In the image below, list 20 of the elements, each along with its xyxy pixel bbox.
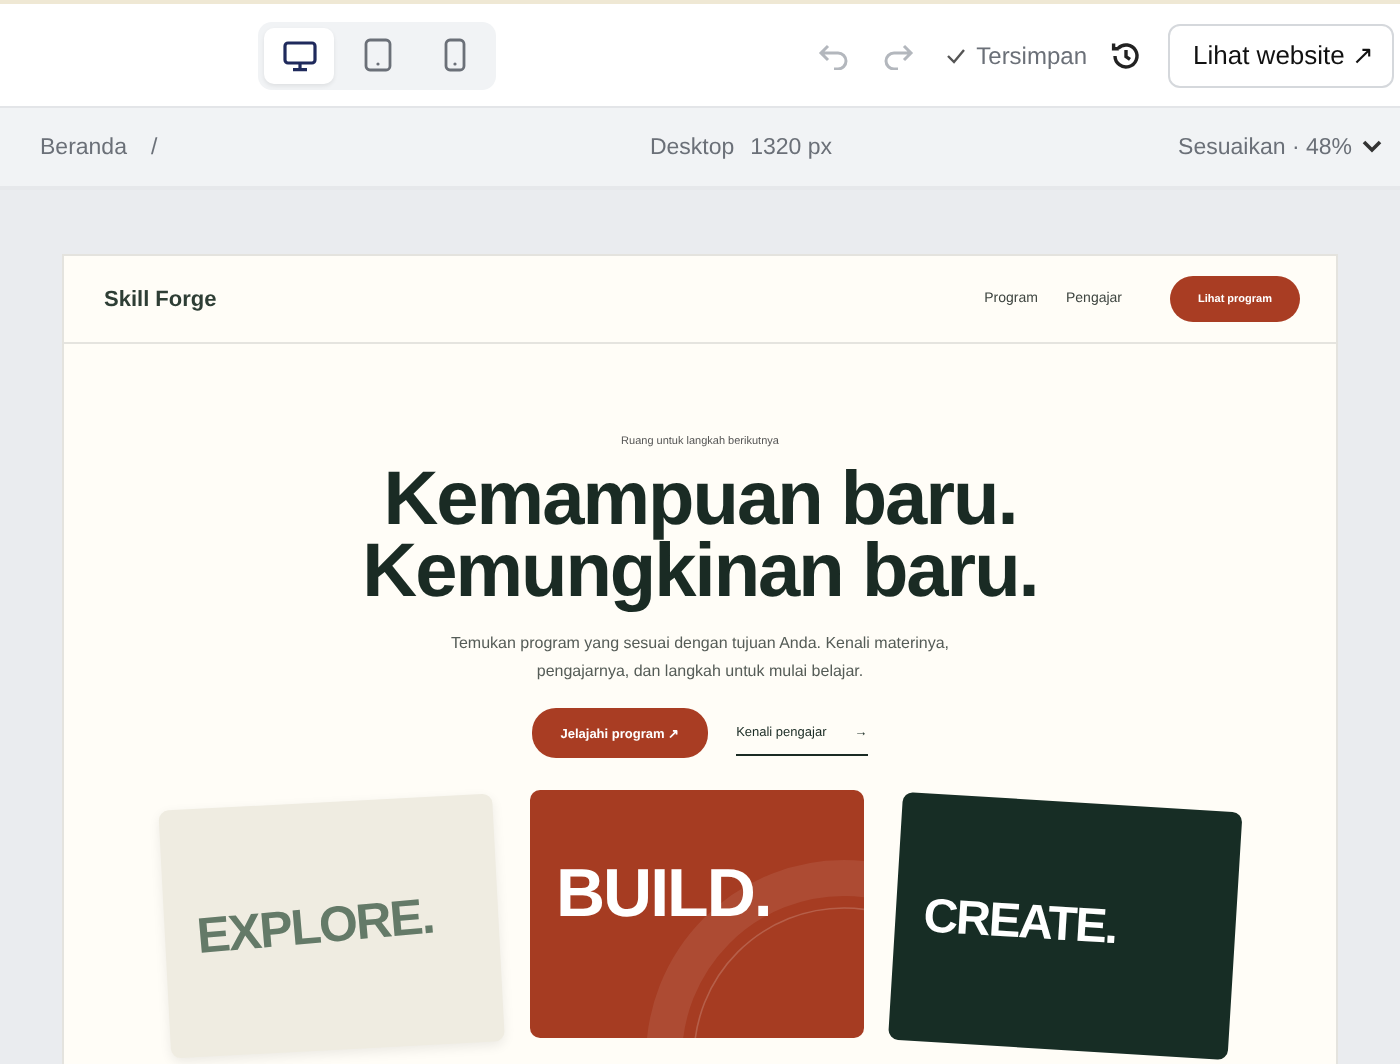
device-button[interactable]	[264, 27, 334, 83]
check-icon	[946, 47, 967, 63]
card-title: CREATE.	[921, 889, 1118, 958]
phone-icon	[444, 38, 466, 72]
breadcrumb-separator: /	[150, 135, 158, 159]
card-title: EXPLORE.	[194, 887, 436, 967]
zoom-selector[interactable]: Sesuaikan · 48%	[1178, 135, 1352, 159]
site-logo[interactable]: Skill Forge	[104, 287, 217, 311]
hero-headline: Kemampuan baru. Kemungkinan baru.	[362, 464, 1038, 608]
viewport-width: 1320 px	[750, 135, 833, 159]
breadcrumb-link[interactable]: Beranda	[40, 135, 127, 159]
device-label: Desktop	[649, 135, 735, 159]
chevron-down-icon	[1362, 140, 1382, 154]
history-icon[interactable]	[1109, 39, 1141, 71]
monitor-icon	[281, 39, 317, 71]
hero-description: Temukan program yang sesuai dengan tujuan Anda. Kenali materinya, pengajarnya, dan langkah untuk mulai belajar.	[448, 632, 952, 684]
save-status: Tersimpan	[976, 41, 1087, 69]
view-website-button[interactable]: Lihat website ↗	[1167, 23, 1394, 87]
card-title: BUILD.	[556, 855, 771, 933]
tablet-icon	[363, 38, 391, 72]
